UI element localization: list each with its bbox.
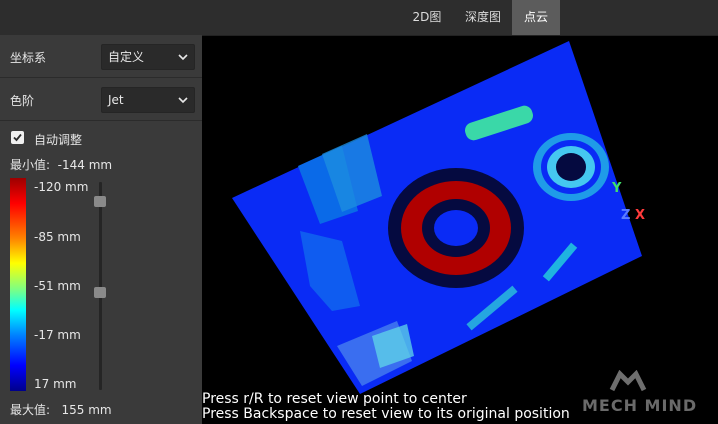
colorbar-tick: 17 mm	[34, 377, 77, 391]
logo-icon	[609, 369, 647, 392]
view-tab-bar: 2D图 深度图 点云	[0, 0, 718, 36]
auto-adjust-label: 自动调整	[34, 133, 83, 147]
colorbar-tick: -51 mm	[34, 279, 81, 293]
colormap-value: Jet	[108, 93, 124, 107]
range-slider-min-handle[interactable]	[94, 287, 106, 298]
range-slider-max-handle[interactable]	[94, 196, 106, 207]
flange-center	[434, 210, 478, 246]
divider	[0, 120, 202, 121]
axis-y-label: Y	[612, 181, 622, 196]
axis-x-label: X	[635, 208, 646, 223]
colorbar-tick: -17 mm	[34, 328, 81, 342]
colormap-label: 色阶	[10, 94, 35, 108]
min-value-text: 最小值: -144 mm	[10, 158, 113, 172]
tab-2d-image[interactable]: 2D图	[400, 0, 454, 35]
colormap-select[interactable]: Jet	[101, 87, 195, 113]
reset-view-hint: Press r/R to reset view point to center	[202, 391, 467, 407]
coordinate-system-select[interactable]: 自定义	[101, 44, 195, 70]
checkmark-icon	[13, 133, 22, 142]
brand-watermark: MECH MIND	[582, 369, 712, 420]
coordinate-system-label: 坐标系	[10, 51, 47, 65]
coordinate-system-value: 自定义	[108, 50, 145, 64]
colorbar-tick: -85 mm	[34, 230, 81, 244]
auto-adjust-checkbox[interactable]	[11, 131, 24, 144]
point-cloud-viewport[interactable]: Y Z X Press r/R to reset view point to c…	[202, 36, 718, 424]
jet-colorbar	[10, 178, 26, 391]
tab-depth-map[interactable]: 深度图	[454, 0, 512, 35]
divider	[0, 77, 202, 78]
chevron-down-icon	[178, 45, 188, 77]
axis-z-label: Z	[621, 208, 631, 223]
reset-original-hint: Press Backspace to reset view to its ori…	[202, 406, 570, 422]
tab-point-cloud[interactable]: 点云	[512, 0, 560, 35]
point-cloud-render	[232, 41, 642, 394]
watermark-text: MECH MIND	[582, 396, 698, 415]
max-value-text: 最大值: 155 mm	[10, 403, 112, 417]
bearing-hole	[556, 153, 586, 181]
chevron-down-icon	[178, 88, 188, 120]
range-slider-track[interactable]	[99, 182, 102, 390]
colorbar-tick: -120 mm	[34, 180, 89, 194]
